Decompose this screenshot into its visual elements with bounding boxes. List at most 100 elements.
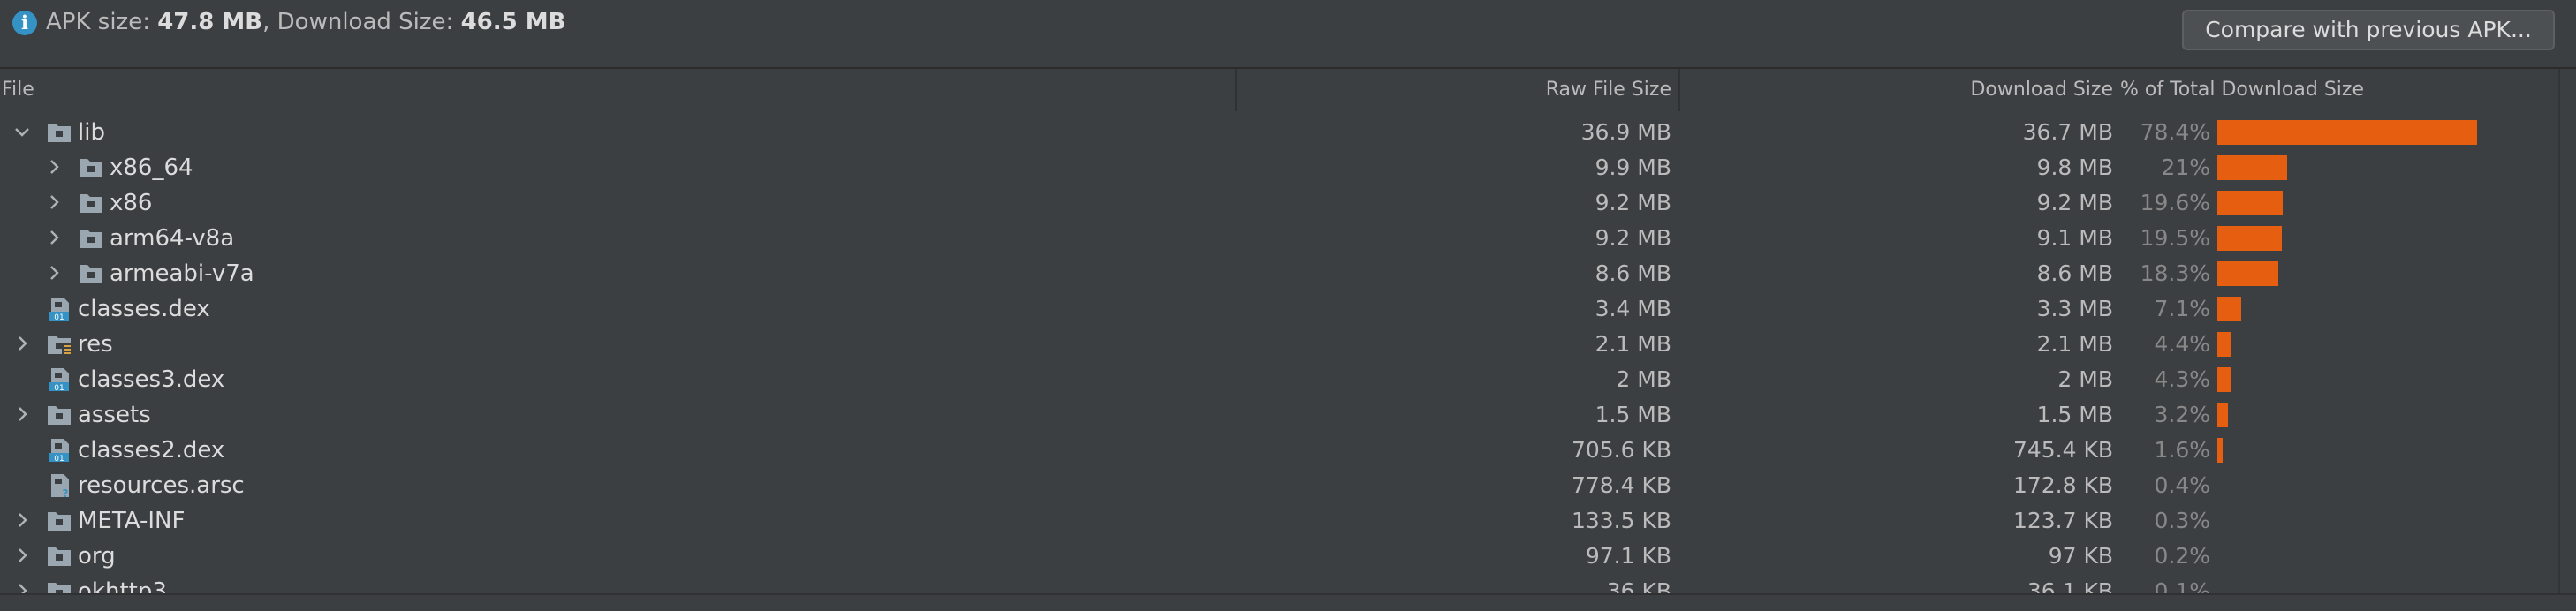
size-bar bbox=[2217, 120, 2477, 145]
table-row[interactable]: ? resources.arsc 778.4 KB 172.8 KB 0.4% bbox=[0, 468, 2558, 503]
raw-file-size: 9.2 MB bbox=[1595, 190, 1671, 215]
download-size: 9.1 MB bbox=[2036, 225, 2113, 251]
file-name: classes2.dex bbox=[78, 437, 225, 464]
size-bar bbox=[2217, 438, 2223, 463]
column-header-file[interactable]: File bbox=[2, 69, 34, 111]
size-bar bbox=[2217, 191, 2283, 215]
summary-separator: , bbox=[262, 9, 277, 35]
file-name: assets bbox=[78, 402, 151, 428]
file-name: x86_64 bbox=[110, 155, 193, 181]
raw-file-size: 705.6 KB bbox=[1571, 437, 1671, 463]
percent-of-total: 0.3% bbox=[2154, 508, 2210, 533]
percent-of-total: 0.4% bbox=[2154, 472, 2210, 498]
percent-of-total: 4.4% bbox=[2154, 331, 2210, 357]
download-size: 8.6 MB bbox=[2036, 260, 2113, 286]
table-row[interactable]: 01 classes.dex 3.4 MB 3.3 MB 7.1% bbox=[0, 291, 2558, 327]
size-bar bbox=[2217, 332, 2231, 357]
download-size: 9.2 MB bbox=[2036, 190, 2113, 215]
raw-file-size: 9.2 MB bbox=[1595, 225, 1671, 251]
table-row[interactable]: res 2.1 MB 2.1 MB 4.4% bbox=[0, 327, 2558, 362]
percent-of-total: 18.3% bbox=[2140, 260, 2210, 286]
raw-file-size: 36.9 MB bbox=[1580, 119, 1671, 145]
file-name: resources.arsc bbox=[78, 472, 245, 499]
compare-with-previous-apk-button[interactable]: Compare with previous APK... bbox=[2182, 10, 2555, 50]
table-row[interactable]: x86_64 9.9 MB 9.8 MB 21% bbox=[0, 150, 2558, 185]
file-name: lib bbox=[78, 119, 105, 146]
download-size: 745.4 KB bbox=[2012, 437, 2113, 463]
raw-file-size: 3.4 MB bbox=[1595, 296, 1671, 321]
column-header-download-size[interactable]: Download Size bbox=[1970, 69, 2113, 111]
download-size: 1.5 MB bbox=[2036, 402, 2113, 427]
folder-icon bbox=[46, 509, 72, 533]
table-row[interactable]: armeabi-v7a 8.6 MB 8.6 MB 18.3% bbox=[0, 256, 2558, 291]
arsc-file-icon: ? bbox=[46, 473, 72, 500]
folder-icon bbox=[78, 155, 104, 180]
chevron-right-icon[interactable] bbox=[44, 157, 64, 177]
chevron-right-icon[interactable] bbox=[44, 192, 64, 212]
file-name: res bbox=[78, 331, 113, 358]
chevron-right-icon[interactable] bbox=[12, 510, 32, 530]
apk-size-value: 47.8 MB bbox=[157, 9, 263, 35]
svg-text:01: 01 bbox=[54, 313, 64, 321]
folder-icon bbox=[46, 544, 72, 569]
table-row[interactable]: META-INF 133.5 KB 123.7 KB 0.3% bbox=[0, 503, 2558, 539]
chevron-right-icon[interactable] bbox=[12, 334, 32, 353]
file-name: META-INF bbox=[78, 508, 186, 534]
percent-of-total: 21% bbox=[2161, 155, 2210, 180]
chevron-right-icon[interactable] bbox=[12, 404, 32, 424]
column-header-percent-total[interactable]: % of Total Download Size bbox=[2120, 69, 2364, 111]
percent-of-total: 1.6% bbox=[2154, 437, 2210, 463]
table-row[interactable]: lib 36.9 MB 36.7 MB 78.4% bbox=[0, 115, 2558, 150]
download-size: 123.7 KB bbox=[2012, 508, 2113, 533]
dex-file-icon: 01 bbox=[46, 297, 72, 322]
summary-bar: i APK size: 47.8 MB, Download Size: 46.5… bbox=[0, 0, 2576, 67]
raw-file-size: 8.6 MB bbox=[1595, 260, 1671, 286]
size-bar bbox=[2217, 261, 2278, 286]
raw-file-size: 133.5 KB bbox=[1571, 508, 1671, 533]
table-row[interactable]: 01 classes3.dex 2 MB 2 MB 4.3% bbox=[0, 362, 2558, 397]
size-bar bbox=[2217, 297, 2241, 321]
table-row[interactable]: arm64-v8a 9.2 MB 9.1 MB 19.5% bbox=[0, 221, 2558, 256]
raw-file-size: 2.1 MB bbox=[1595, 331, 1671, 357]
folder-icon bbox=[46, 120, 72, 145]
size-bar bbox=[2217, 155, 2287, 180]
svg-text:?: ? bbox=[63, 487, 69, 498]
percent-of-total: 19.6% bbox=[2140, 190, 2210, 215]
download-size: 3.3 MB bbox=[2036, 296, 2113, 321]
file-name: classes.dex bbox=[78, 296, 210, 322]
svg-text:01: 01 bbox=[54, 455, 64, 463]
info-icon: i bbox=[12, 11, 37, 35]
chevron-right-icon[interactable] bbox=[44, 228, 64, 247]
raw-file-size: 97.1 KB bbox=[1585, 543, 1671, 569]
svg-text:01: 01 bbox=[54, 384, 64, 392]
size-bar bbox=[2217, 367, 2231, 392]
table-row[interactable]: org 97.1 KB 97 KB 0.2% bbox=[0, 539, 2558, 574]
horizontal-scrollbar[interactable] bbox=[0, 593, 2576, 611]
file-name: armeabi-v7a bbox=[110, 260, 254, 287]
table-row[interactable]: 01 classes2.dex 705.6 KB 745.4 KB 1.6% bbox=[0, 433, 2558, 468]
chevron-right-icon[interactable] bbox=[12, 546, 32, 565]
download-size: 2.1 MB bbox=[2036, 331, 2113, 357]
dex-file-icon: 01 bbox=[46, 367, 72, 393]
raw-file-size: 9.9 MB bbox=[1595, 155, 1671, 180]
file-name: classes3.dex bbox=[78, 366, 225, 393]
size-bar bbox=[2217, 226, 2282, 251]
raw-file-size: 1.5 MB bbox=[1595, 402, 1671, 427]
apk-size-label: APK size: bbox=[46, 9, 158, 35]
column-separator[interactable] bbox=[1678, 69, 1680, 111]
column-header-raw-size[interactable]: Raw File Size bbox=[1546, 69, 1671, 111]
dex-file-icon: 01 bbox=[46, 438, 72, 464]
table-row[interactable]: assets 1.5 MB 1.5 MB 3.2% bbox=[0, 397, 2558, 433]
chevron-down-icon[interactable] bbox=[12, 122, 32, 141]
vertical-scrollbar[interactable] bbox=[2558, 69, 2576, 593]
download-size-value: 46.5 MB bbox=[460, 9, 566, 35]
folder-icon bbox=[78, 226, 104, 251]
table-row[interactable]: x86 9.2 MB 9.2 MB 19.6% bbox=[0, 185, 2558, 221]
download-size: 9.8 MB bbox=[2036, 155, 2113, 180]
column-separator[interactable] bbox=[1235, 69, 1237, 111]
chevron-right-icon[interactable] bbox=[44, 263, 64, 283]
folder-icon bbox=[78, 261, 104, 286]
percent-of-total: 4.3% bbox=[2154, 366, 2210, 392]
download-size: 36.7 MB bbox=[2022, 119, 2113, 145]
percent-of-total: 7.1% bbox=[2154, 296, 2210, 321]
